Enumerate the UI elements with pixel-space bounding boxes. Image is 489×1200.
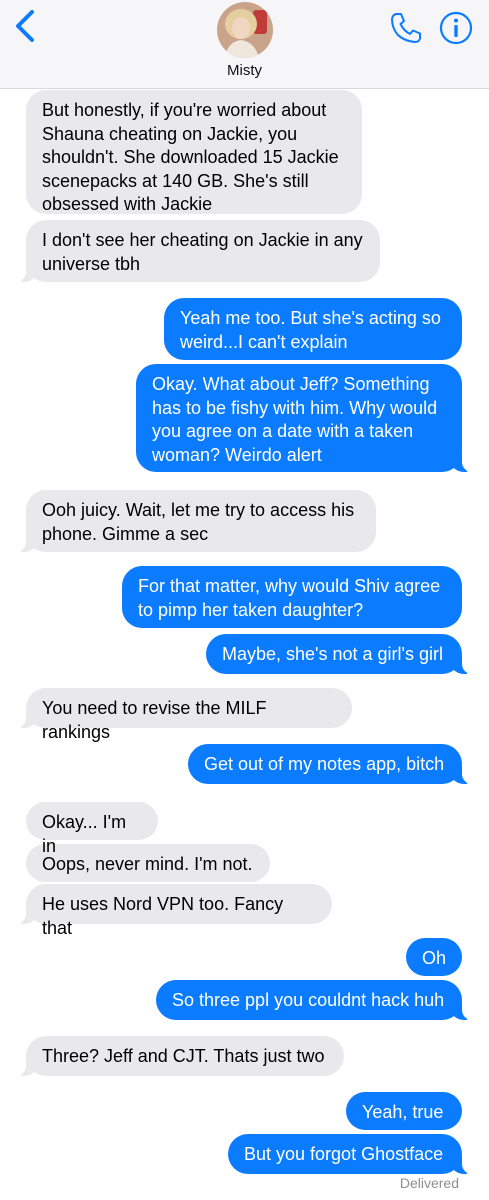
incoming-message[interactable]: Oops, never mind. I'm not.: [26, 844, 270, 882]
chat-header: Misty: [0, 0, 489, 89]
outgoing-message[interactable]: Okay. What about Jeff? Something has to …: [136, 364, 472, 472]
phone-icon[interactable]: [388, 10, 424, 46]
incoming-message[interactable]: Three? Jeff and CJT. Thats just two: [16, 1036, 344, 1076]
incoming-message[interactable]: But honestly, if you're worried about Sh…: [26, 90, 362, 214]
outgoing-message[interactable]: Get out of my notes app, bitch: [188, 744, 472, 784]
outgoing-message[interactable]: So three ppl you couldnt hack huh: [156, 980, 472, 1020]
outgoing-message[interactable]: Maybe, she's not a girl's girl: [206, 634, 472, 674]
info-icon[interactable]: [438, 10, 474, 46]
outgoing-message[interactable]: But you forgot Ghostface: [228, 1134, 472, 1174]
outgoing-message[interactable]: Yeah, true: [346, 1092, 462, 1130]
incoming-message[interactable]: Okay... I'm in: [26, 802, 158, 856]
outgoing-message[interactable]: For that matter, why would Shiv agree to…: [122, 566, 462, 628]
incoming-message[interactable]: I don't see her cheating on Jackie in an…: [16, 220, 380, 282]
incoming-message[interactable]: You need to revise the MILF rankings: [16, 688, 352, 742]
outgoing-message[interactable]: Oh: [406, 938, 462, 976]
incoming-message[interactable]: He uses Nord VPN too. Fancy that: [16, 884, 332, 938]
incoming-message[interactable]: Ooh juicy. Wait, let me try to access hi…: [16, 490, 376, 552]
contact-avatar[interactable]: [217, 2, 273, 58]
contact-name[interactable]: Misty: [0, 62, 489, 79]
chevron-left-icon[interactable]: [10, 6, 42, 46]
avatar-photo: [217, 2, 273, 58]
delivered-status: Delivered: [399, 1175, 459, 1191]
outgoing-message[interactable]: Yeah me too. But she's acting so weird..…: [164, 298, 462, 360]
